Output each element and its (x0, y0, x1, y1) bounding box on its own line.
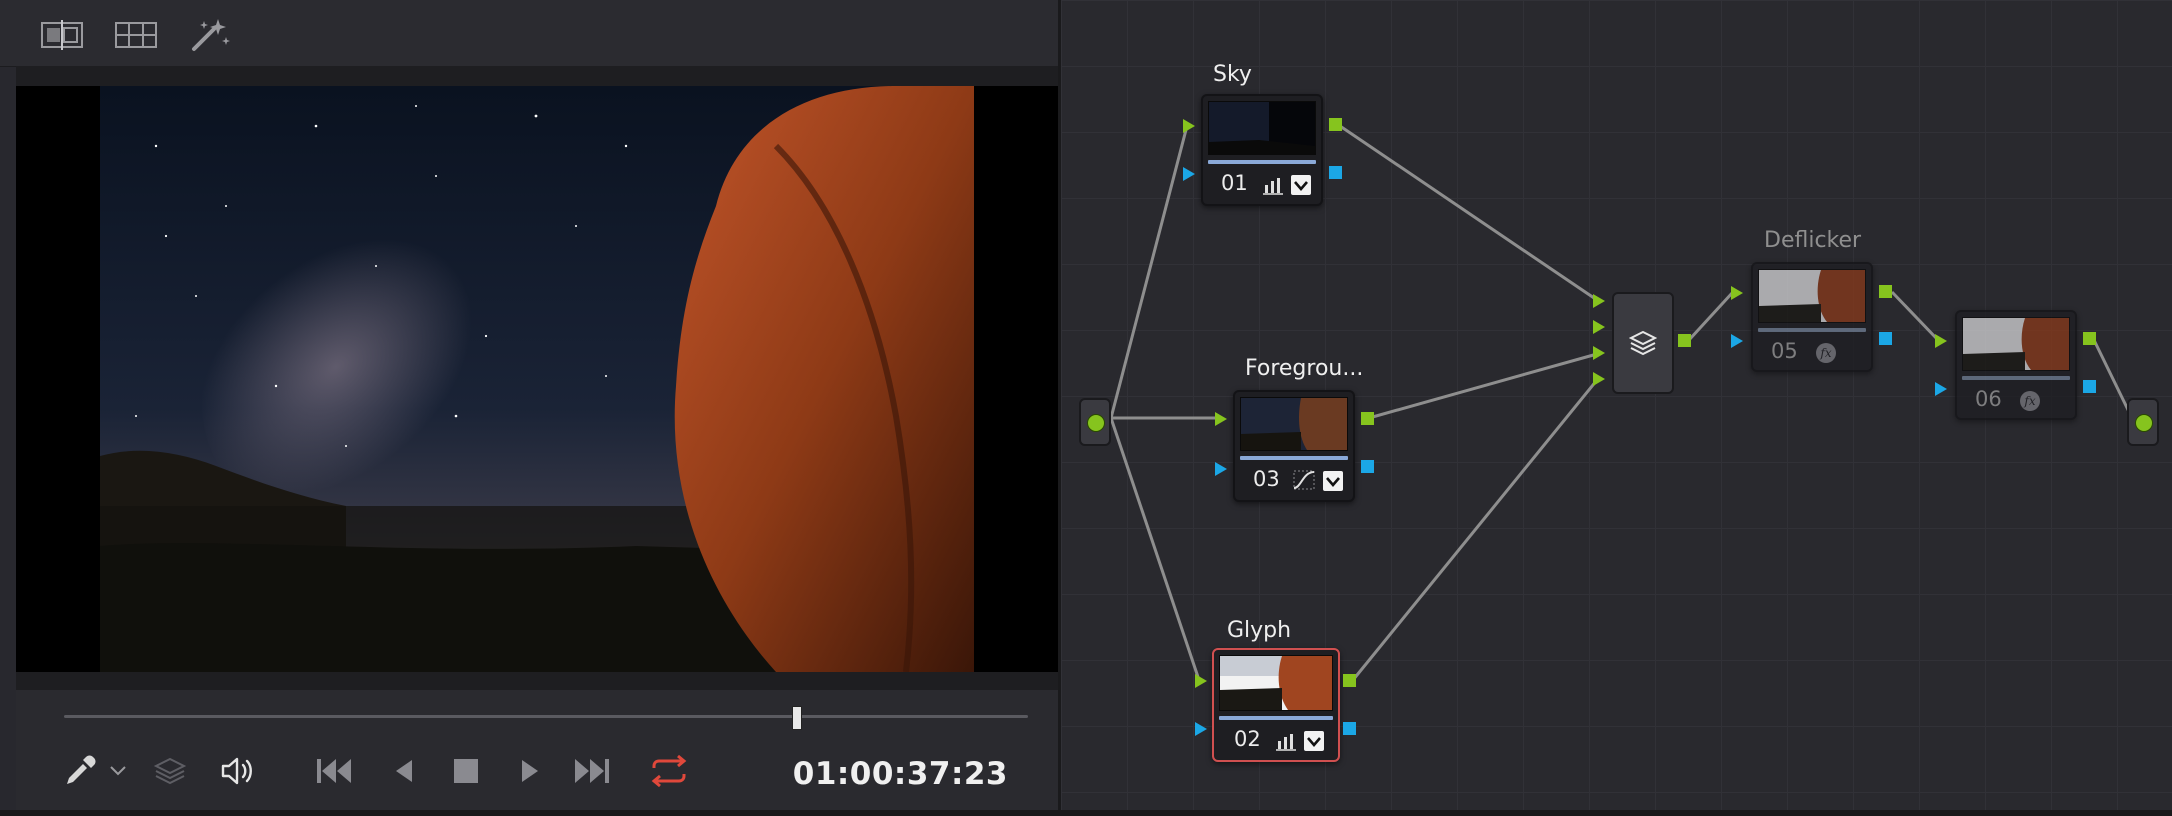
alpha-input-triangle[interactable] (1181, 165, 1197, 183)
source-output-dot[interactable] (1087, 414, 1105, 432)
node-progress-bar (1219, 716, 1333, 720)
rgb-output-square[interactable] (1343, 674, 1356, 687)
svg-text:fx: fx (2023, 394, 2035, 408)
node-editor[interactable]: Sky 01 Foregrou... 03 Glyph 02 Deflicker… (1061, 0, 2172, 810)
check-icon[interactable] (1291, 175, 1311, 195)
alpha-input-triangle[interactable] (1729, 332, 1745, 350)
transport-bar: 01:00:37:23 (16, 690, 1058, 810)
viewer-header (16, 66, 1058, 86)
viewer-footer (16, 672, 1058, 690)
mixer-output-square[interactable] (1678, 334, 1691, 347)
source-input-node[interactable] (1079, 398, 1111, 446)
node-thumbnail (1962, 317, 2070, 371)
check-icon[interactable] (1304, 731, 1324, 751)
curve-icon (1293, 470, 1315, 490)
node-02[interactable]: 02 (1212, 648, 1340, 762)
node-01-label: Sky (1213, 62, 1252, 87)
video-viewer[interactable] (16, 86, 1058, 672)
rgb-input-triangle[interactable] (1213, 410, 1229, 428)
rgb-input-triangle[interactable] (1193, 672, 1209, 690)
mixer-input-2-triangle[interactable] (1591, 318, 1607, 336)
stack-icon (1629, 330, 1657, 356)
bottom-strip (0, 810, 2172, 816)
rgb-input-triangle[interactable] (1181, 117, 1197, 135)
stop-icon[interactable] (448, 753, 484, 789)
rgb-output-square[interactable] (2083, 332, 2096, 345)
alpha-output-square[interactable] (1343, 722, 1356, 735)
mixer-input-3-triangle[interactable] (1591, 344, 1607, 362)
mixer-input-4-triangle[interactable] (1591, 370, 1607, 388)
output-node[interactable] (2127, 398, 2159, 446)
skip-to-start-icon[interactable] (312, 753, 356, 789)
fx-icon: fx (2020, 391, 2040, 411)
node-thumbnail (1208, 101, 1316, 155)
fx-icon: fx (1816, 343, 1836, 363)
node-thumbnail (1758, 269, 1866, 323)
magic-wand-icon[interactable] (188, 18, 232, 52)
rgb-input-triangle[interactable] (1933, 332, 1949, 350)
node-number: 01 (1221, 171, 1248, 195)
node-03-label: Foregrou... (1245, 356, 1364, 381)
scrub-bar[interactable] (64, 715, 1028, 718)
svg-text:fx: fx (1819, 346, 1831, 360)
compare-split-icon[interactable] (40, 18, 84, 52)
viewer-panel: 01:00:37:23 (0, 0, 1058, 810)
node-number: 03 (1253, 467, 1280, 491)
playhead-handle[interactable] (791, 706, 802, 730)
layers-icon[interactable] (150, 753, 190, 789)
node-number: 02 (1234, 727, 1261, 751)
grid-view-icon[interactable] (114, 18, 158, 52)
layer-mixer-node[interactable] (1612, 292, 1674, 394)
rgb-output-square[interactable] (1329, 118, 1342, 131)
node-05-label: Deflicker (1764, 228, 1862, 253)
viewer-image (16, 86, 1058, 672)
alpha-output-square[interactable] (1879, 332, 1892, 345)
node-02-label: Glyph (1227, 618, 1292, 643)
check-icon[interactable] (1323, 471, 1343, 491)
node-06[interactable]: 06 fx (1955, 310, 2077, 420)
alpha-output-square[interactable] (2083, 380, 2096, 393)
timecode-display: 01:00:37:23 (792, 756, 1008, 792)
node-01[interactable]: 01 (1201, 94, 1323, 206)
viewer-toolbar (0, 0, 1058, 67)
volume-icon[interactable] (216, 753, 260, 789)
loop-icon[interactable] (644, 753, 694, 789)
rgb-output-square[interactable] (1361, 412, 1374, 425)
output-input-dot[interactable] (2135, 414, 2153, 432)
rgb-output-square[interactable] (1879, 285, 1892, 298)
node-03[interactable]: 03 (1233, 390, 1355, 502)
chevron-down-icon[interactable] (108, 753, 128, 789)
bars-icon (1276, 734, 1296, 751)
node-progress-bar (1208, 160, 1316, 164)
node-number: 05 (1771, 339, 1798, 363)
alpha-input-triangle[interactable] (1193, 720, 1209, 738)
rgb-input-triangle[interactable] (1729, 284, 1745, 302)
alpha-input-triangle[interactable] (1933, 380, 1949, 398)
eyedropper-icon[interactable] (62, 753, 98, 789)
node-number: 06 (1975, 387, 2002, 411)
node-progress-bar (1758, 328, 1866, 332)
alpha-input-triangle[interactable] (1213, 460, 1229, 478)
bars-icon (1263, 178, 1283, 195)
alpha-output-square[interactable] (1361, 460, 1374, 473)
step-back-icon[interactable] (388, 753, 420, 789)
node-thumbnail (1240, 397, 1348, 451)
node-05[interactable]: 05 fx (1751, 262, 1873, 372)
node-thumbnail (1219, 655, 1333, 711)
play-icon[interactable] (514, 753, 546, 789)
node-progress-bar (1240, 456, 1348, 460)
node-progress-bar (1962, 376, 2070, 380)
skip-to-end-icon[interactable] (570, 753, 614, 789)
alpha-output-square[interactable] (1329, 166, 1342, 179)
mixer-input-1-triangle[interactable] (1591, 292, 1607, 310)
